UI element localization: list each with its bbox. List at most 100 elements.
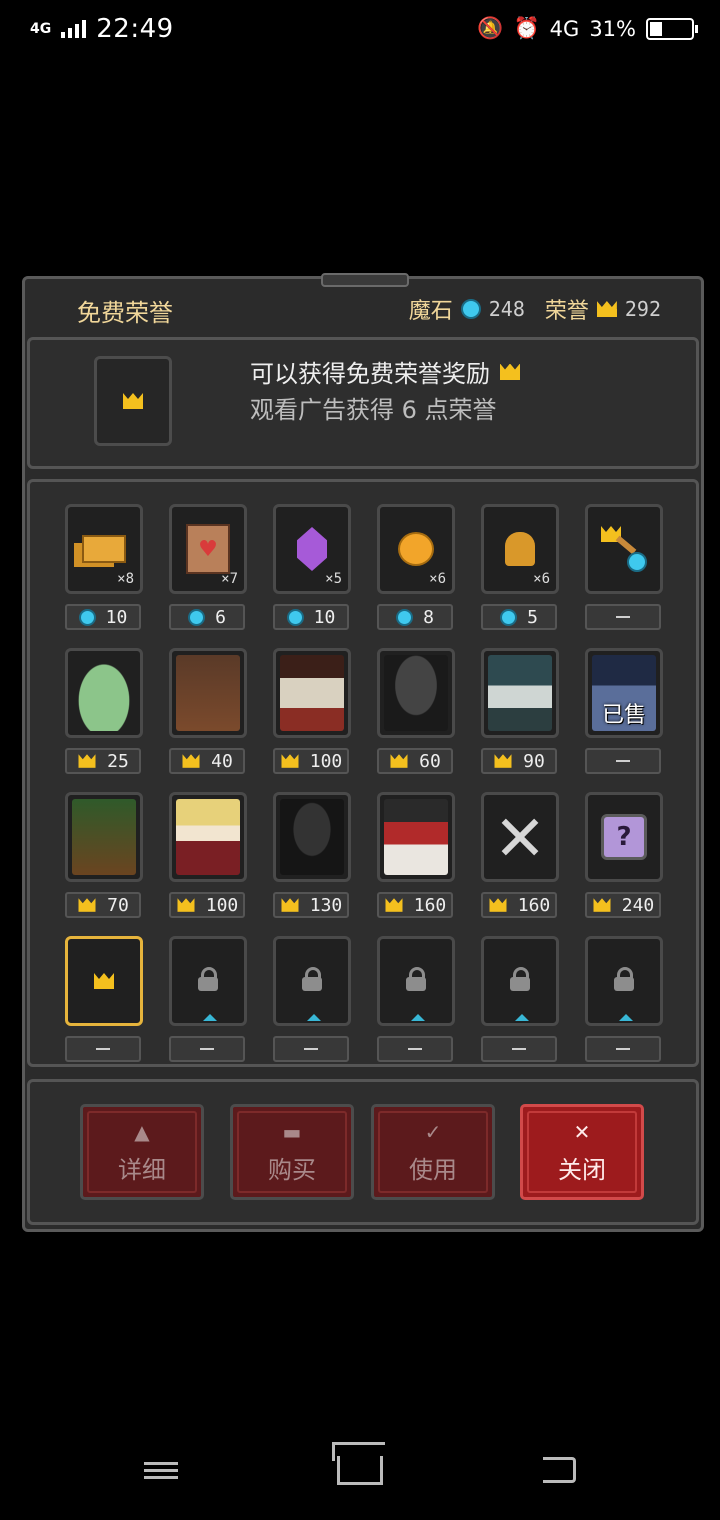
price-dash [408,1048,422,1050]
close-icon: ✕ [573,1119,591,1144]
price-dash [96,1048,110,1050]
slot-frame[interactable] [169,936,247,1026]
lock-icon [406,967,426,991]
honor-slot[interactable] [65,936,143,1062]
price-tag [65,1036,141,1062]
item-price: 40 [211,750,233,772]
crown-icon [281,754,299,768]
price-tag [377,1036,453,1062]
shop-item-ent-hero[interactable]: 70 [65,792,143,918]
item-slot[interactable]: ♥ ×7 [169,504,247,594]
item-slot[interactable] [65,648,143,738]
price-tag [273,1036,349,1062]
item-slot[interactable]: 已售 [585,648,663,738]
crown-icon [94,973,114,989]
reward-slot[interactable] [94,356,172,446]
shop-item-heart-scroll[interactable]: ♥ ×7 6 [169,504,247,630]
locked-slot[interactable] [481,936,559,1062]
item-slot[interactable] [377,792,455,882]
shop-item-purple-crystal[interactable]: ×5 10 [273,504,351,630]
honor-shop-dialog: 免费荣誉 魔石 248 荣誉 292 可以获得免费荣誉奖励 观看广告获得 6 点… [22,273,704,1232]
price-dash [304,1048,318,1050]
shop-item-knight-hero[interactable]: 100 [273,648,351,774]
item-slot[interactable]: ×6 [481,504,559,594]
locked-slot[interactable] [273,936,351,1062]
locked-slot[interactable] [585,936,663,1062]
use-button[interactable]: ✓ 使用 [371,1104,495,1200]
item-slot[interactable]: ×5 [273,504,351,594]
shop-item-hooded-hero[interactable]: 60 [377,648,455,774]
slot-frame[interactable] [377,936,455,1026]
shop-item-golden-bell[interactable]: ×6 5 [481,504,559,630]
shop-item-tree-hero[interactable]: 40 [169,648,247,774]
shop-item-witch-hero[interactable]: 160 [377,792,455,918]
detail-button[interactable]: ▲ 详细 [80,1104,204,1200]
item-slot[interactable] [169,792,247,882]
item-quantity: ×7 [221,571,238,587]
gem-icon [500,608,518,626]
slot-frame[interactable] [481,936,559,1026]
item-slot[interactable]: ×6 [377,504,455,594]
menu-icon[interactable] [136,1450,186,1490]
heart-scroll-icon: ♥ [186,524,230,574]
price-tag: 6 [169,604,245,630]
shop-item-maid-hero[interactable]: 90 [481,648,559,774]
gem-icon [286,608,304,626]
price-tag: 160 [377,892,453,918]
item-slot[interactable] [169,648,247,738]
shop-item-crossed-swords[interactable]: 160 [481,792,559,918]
action-bar: ▲ 详细 ▬ 购买 ✓ 使用 ✕ 关闭 [27,1079,699,1225]
item-slot[interactable] [481,648,559,738]
shop-item-reaper-hero[interactable]: 130 [273,792,351,918]
item-price: 160 [413,894,447,916]
slot-frame[interactable] [65,936,143,1026]
item-slot[interactable] [273,792,351,882]
price-tag: 10 [273,604,349,630]
price-tag: 160 [481,892,557,918]
honor-label: 荣誉 [544,299,589,324]
golden-bell-icon [505,532,535,566]
item-price: 10 [105,606,128,628]
shop-item-honor-to-gem-exchange[interactable] [585,504,663,630]
shop-item-mystery-box[interactable]: ? 240 [585,792,663,918]
locked-slot[interactable] [169,936,247,1062]
free-honor-reward-panel[interactable]: 可以获得免费荣誉奖励 观看广告获得 6 点荣誉 [27,337,699,469]
item-slot[interactable] [585,504,663,594]
price-tag: 8 [377,604,453,630]
slot-frame[interactable] [273,936,351,1026]
shop-item-elf-hero[interactable]: 已售 [585,648,663,774]
crown-icon [593,898,611,912]
reward-title-text: 可以获得免费荣誉奖励 [250,360,490,388]
item-slot[interactable] [65,792,143,882]
back-icon[interactable] [534,1450,584,1490]
witch-portrait [384,799,448,875]
home-icon[interactable] [335,1450,385,1490]
crossed-swords-icon [497,814,543,860]
item-slot[interactable] [481,792,559,882]
slot-frame[interactable] [585,936,663,1026]
shop-item-golden-apple[interactable]: ×6 8 [377,504,455,630]
buy-button[interactable]: ▬ 购买 [230,1104,354,1200]
price-dash [200,1048,214,1050]
signal-icon [61,20,87,38]
item-slot[interactable]: ? [585,792,663,882]
item-price: 240 [621,894,655,916]
shop-item-gold-bars[interactable]: ×8 10 [65,504,143,630]
item-slot[interactable]: ×8 [65,504,143,594]
price-tag: 60 [377,748,453,774]
lock-icon [510,967,530,991]
item-slot[interactable] [273,648,351,738]
price-tag [169,1036,245,1062]
hooded-portrait [384,655,448,731]
item-slot[interactable] [377,648,455,738]
price-dash [512,1048,526,1050]
shop-item-blonde-girl-hero[interactable]: 100 [169,792,247,918]
mute-icon: 🔕 [477,16,504,40]
item-price: 90 [523,750,545,772]
close-button[interactable]: ✕ 关闭 [520,1104,644,1200]
locked-slot[interactable] [377,936,455,1062]
crown-icon [78,754,96,768]
navigation-bar [0,1430,720,1520]
shop-item-slime-hero[interactable]: 25 [65,648,143,774]
clock: 22:49 [96,14,174,44]
